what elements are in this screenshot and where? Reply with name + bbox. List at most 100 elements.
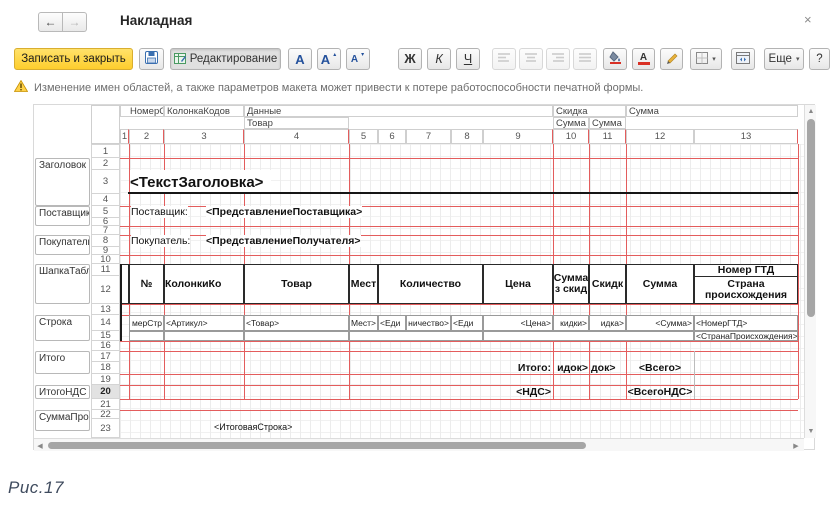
area-label[interactable]: СуммаПропи [35,410,90,431]
area-label[interactable]: ШапкаТабли [35,264,90,304]
cell-table-header[interactable]: Скидк [589,264,626,304]
cell-total-sum[interactable]: <Всего> [626,362,694,374]
cell-total-discount[interactable]: док> [591,362,625,374]
save-and-close-button[interactable]: Записать и закрыть [14,48,133,70]
cell-row-template[interactable] [349,331,483,341]
cell-row-template[interactable]: кидки> [553,315,589,331]
row-header[interactable]: 13 [91,304,120,315]
underline-button[interactable]: Ч [456,48,480,70]
column-subgroup[interactable]: Товар [244,117,349,129]
row-header[interactable]: 7 [91,226,120,235]
cell-vat[interactable]: <НДС> [483,386,551,398]
corner-cell[interactable] [91,105,120,144]
row-header[interactable]: 3 [91,170,120,194]
cell-table-header[interactable]: Сумма [626,264,694,304]
column-header[interactable]: 9 [483,129,553,144]
cell-total-wo-discount[interactable]: идок> [554,362,588,374]
cell-row-template[interactable] [164,331,244,341]
column-header[interactable]: 2 [129,129,164,144]
cell-row-template[interactable]: <Сумма> [626,315,694,331]
bold-button[interactable]: Ж [398,48,422,70]
vertical-scrollbar[interactable]: ▲ ▼ [804,105,816,438]
column-header[interactable]: 1 [120,129,129,144]
column-header[interactable]: 7 [406,129,451,144]
cell-row-template[interactable]: <Цена> [483,315,553,331]
column-subgroup[interactable]: Сумма [589,117,626,129]
column-group[interactable]: КолонкаКодов [164,105,244,117]
more-button[interactable]: Еще ▾ [764,48,804,70]
cell-vat-total[interactable]: <ВсегоНДС> [626,386,694,398]
row-header[interactable]: 2 [91,158,120,170]
font-color-button[interactable]: А [632,48,655,70]
help-button[interactable]: ? [809,48,830,70]
column-header[interactable]: 13 [694,129,798,144]
area-label[interactable]: Итого [35,351,90,374]
scroll-up-icon[interactable]: ▲ [805,106,817,116]
cell-table-header[interactable]: Цена [483,264,553,304]
italic-button[interactable]: К [427,48,451,70]
vertical-scroll-thumb[interactable] [807,119,815,317]
row-header[interactable]: 14 [91,315,120,331]
cell-row-template[interactable]: <СтранаПроисхождения> [694,331,798,341]
back-button[interactable]: ← [38,12,63,32]
scroll-right-icon[interactable]: ▶ [791,439,801,452]
scroll-down-icon[interactable]: ▼ [805,426,817,436]
merge-cells-button[interactable] [731,48,755,70]
cell-row-template[interactable] [129,331,164,341]
row-header[interactable]: 20 [91,385,120,399]
cell-template-title[interactable]: <ТекстЗаголовка> [130,170,271,194]
forward-button[interactable]: → [63,12,87,32]
cell-supplier-value[interactable]: <ПредставлениеПоставщика> [206,206,362,218]
column-header[interactable]: 8 [451,129,483,144]
column-group[interactable]: Данные [244,105,553,117]
row-header[interactable]: 4 [91,194,120,206]
horizontal-scrollbar[interactable]: ◀ ▶ [34,438,804,451]
row-header[interactable]: 11 [91,264,120,276]
cell-table-header[interactable]: Количество [378,264,483,304]
scroll-left-icon[interactable]: ◀ [35,439,45,452]
cell-row-template[interactable]: <Еди [451,315,483,331]
font-button[interactable]: А [288,48,312,70]
cell-row-template[interactable]: <Артикул> [164,315,244,331]
borders-dropdown-button[interactable]: ▾ [690,48,722,70]
row-header[interactable]: 16 [91,341,120,351]
cell-table-header[interactable]: № [129,264,164,304]
column-header[interactable]: 11 [589,129,626,144]
cell-row-template[interactable] [483,331,694,341]
cell-table-header[interactable]: Товар [244,264,349,304]
horizontal-scroll-thumb[interactable] [48,442,586,449]
area-label[interactable]: Покупатель [35,235,90,255]
save-button[interactable] [139,48,164,70]
cell-total-label[interactable]: Итого: [483,362,551,374]
cell-row-template[interactable]: Мест> [349,315,378,331]
row-header[interactable]: 1 [91,144,120,158]
cell-row-template[interactable]: <Еди [378,315,406,331]
column-subgroup[interactable]: Сумма [553,117,589,129]
cell-buyer-label[interactable]: Покупатель: [131,235,190,247]
font-increase-button[interactable]: А▴ [317,48,341,70]
column-header[interactable]: 3 [164,129,244,144]
area-label[interactable]: Заголовок [35,158,90,206]
column-group[interactable]: НомерС [120,105,164,117]
column-header[interactable]: 5 [349,129,378,144]
cell-row-template[interactable]: ничество> [406,315,451,331]
align-left-button[interactable] [492,48,516,70]
column-header[interactable]: 10 [553,129,589,144]
row-header[interactable]: 12 [91,276,120,304]
cell-supplier-label[interactable]: Поставщик: [131,206,188,218]
area-label[interactable]: ИтогоНДС [35,385,90,399]
column-header[interactable]: 4 [244,129,349,144]
cell-table-header[interactable]: Сумма з скид [553,264,589,304]
area-label[interactable]: Поставщик [35,206,90,226]
row-header[interactable]: 23 [91,419,120,438]
column-group[interactable]: Сумма [626,105,798,117]
cell-table-header[interactable]: КолонкиКо [164,264,244,304]
cell-footer-string[interactable]: <ИтоговаяСтрока> [214,422,292,432]
fill-color-button[interactable] [603,48,627,70]
align-justify-button[interactable] [573,48,597,70]
area-label[interactable]: Строка [35,315,90,341]
editing-toggle-button[interactable]: Редактирование [170,48,281,70]
cell-row-template[interactable]: мерСтр [129,315,164,331]
cell-table-header[interactable]: Мест [349,264,378,304]
font-decrease-button[interactable]: А▾ [346,48,370,70]
